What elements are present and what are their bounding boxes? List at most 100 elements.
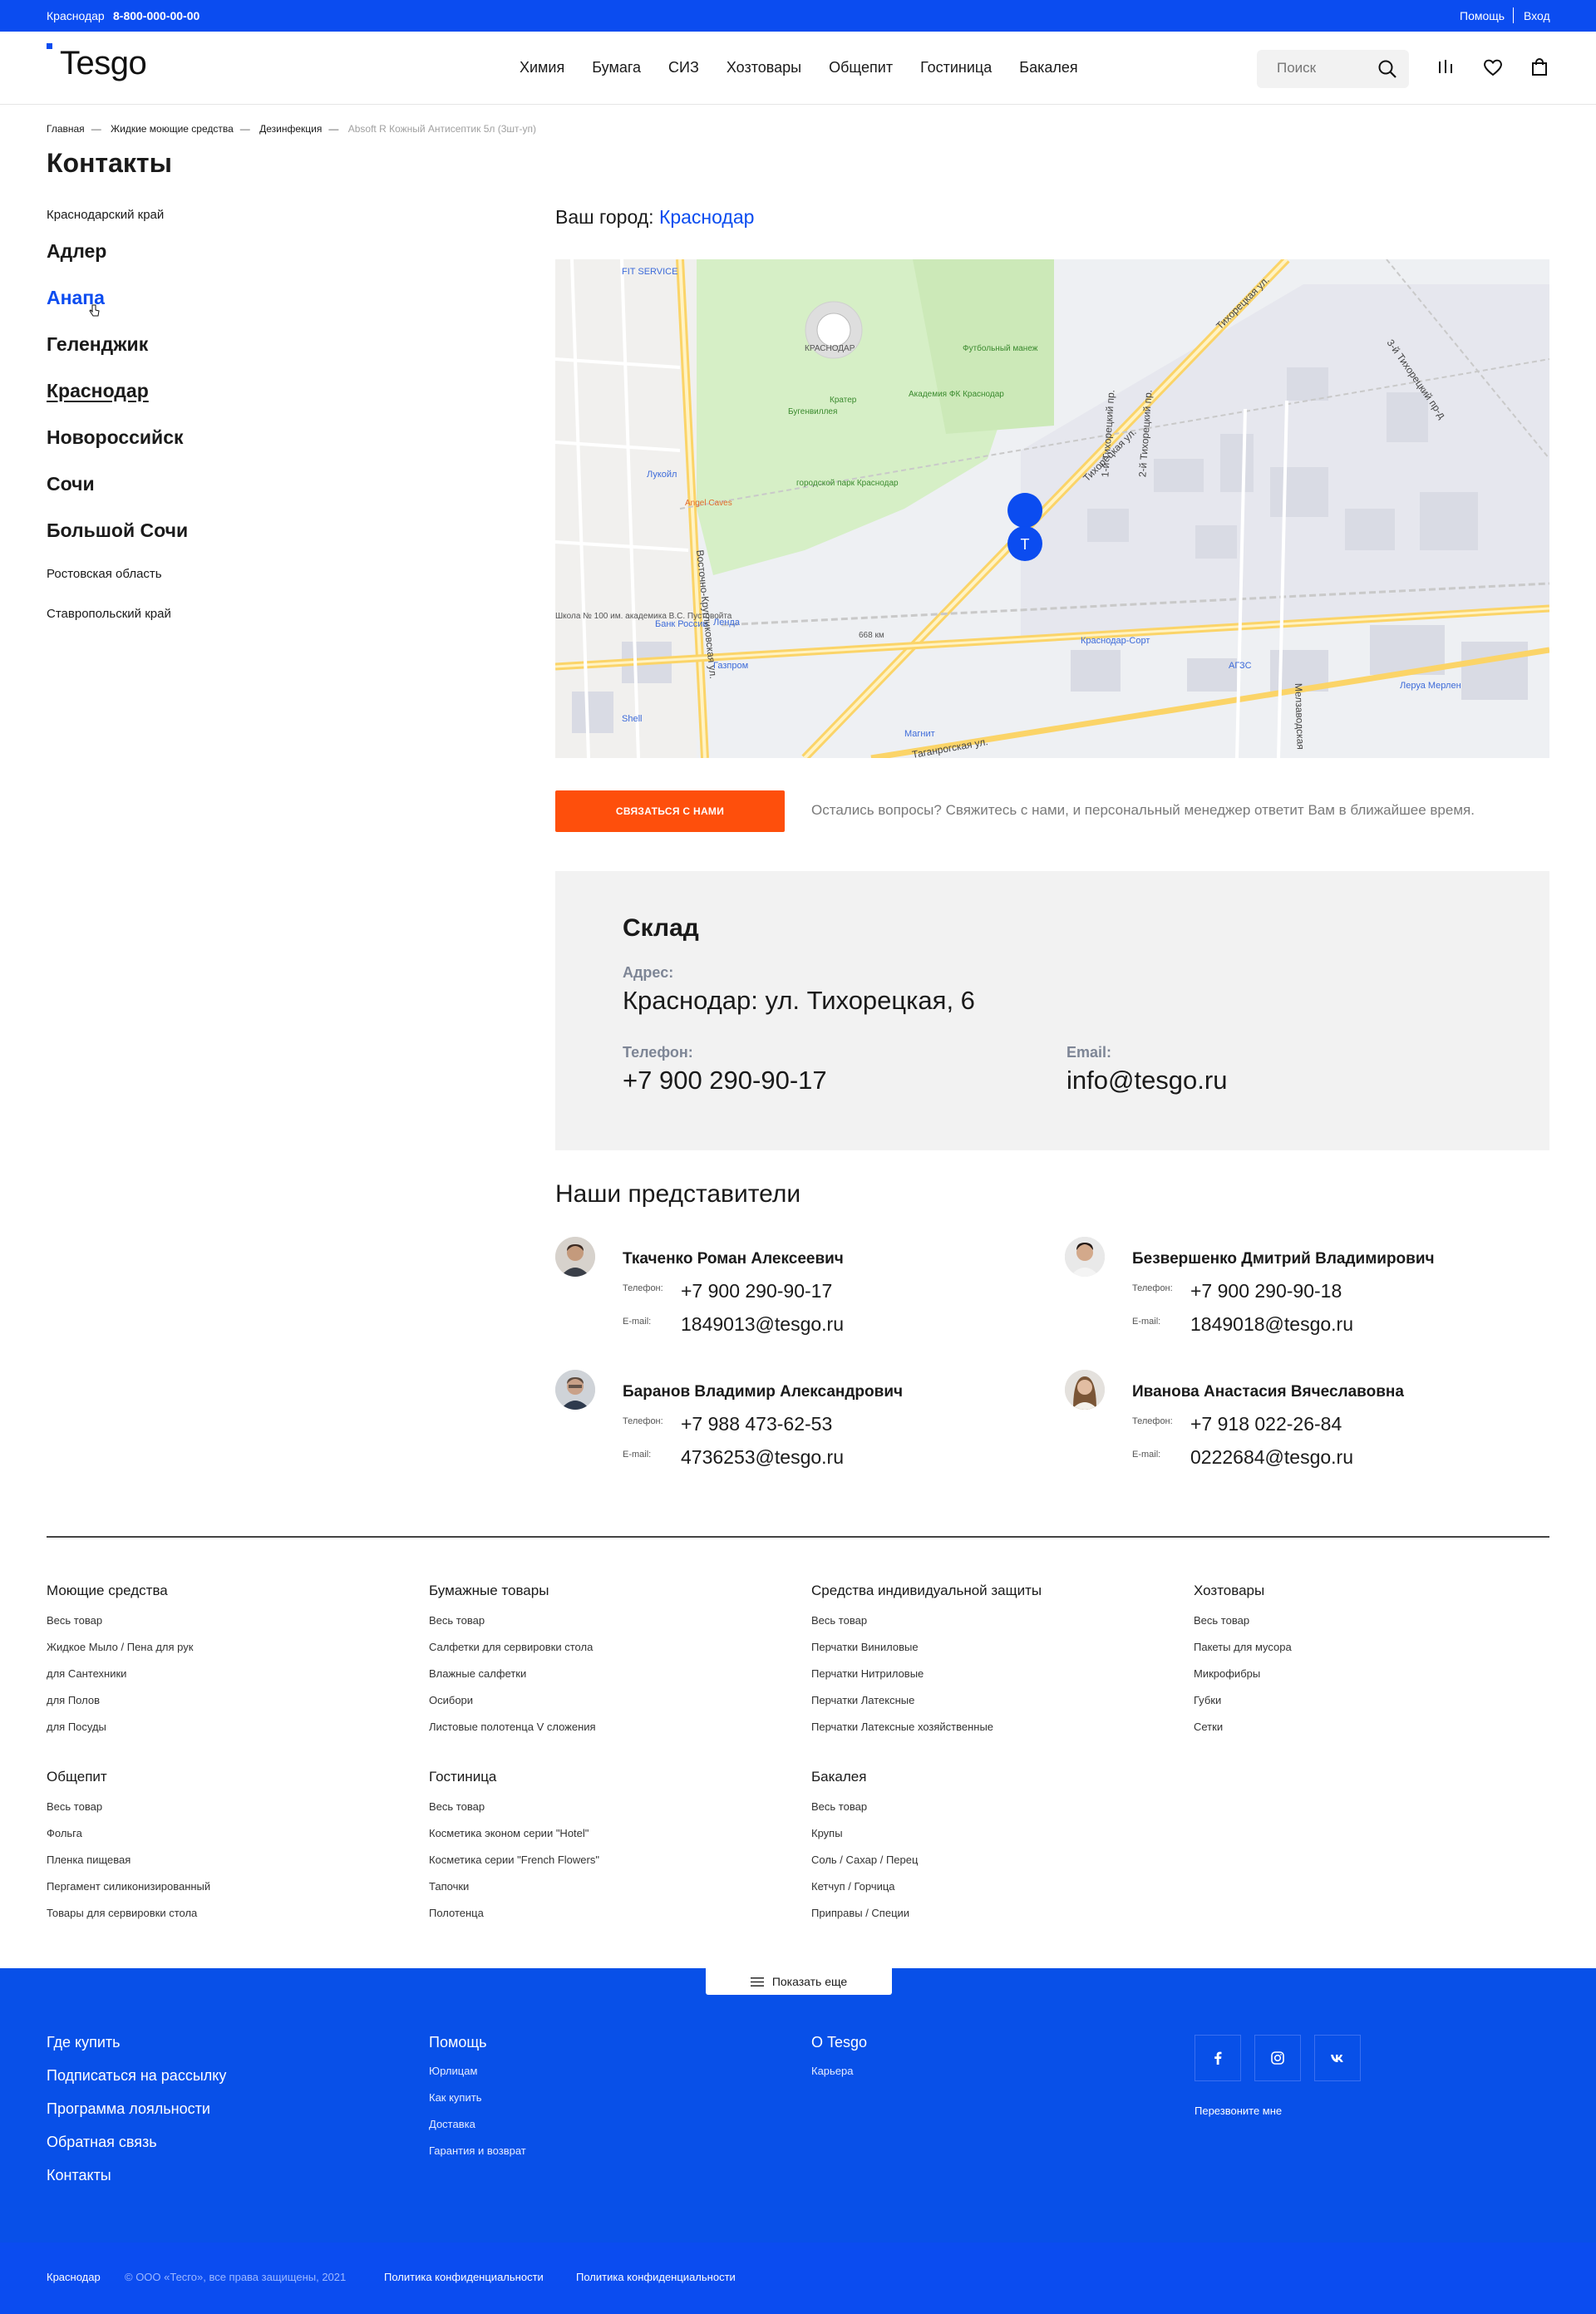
- nav-item-paper[interactable]: Бумага: [592, 59, 641, 76]
- footer-link-where-to-buy[interactable]: Где купить: [47, 2034, 121, 2051]
- rep-phone[interactable]: +7 900 290-90-17: [681, 1280, 832, 1302]
- footer-category-title[interactable]: Хозтовары: [1194, 1583, 1559, 1599]
- rep-email[interactable]: 0222684@tesgo.ru: [1190, 1446, 1353, 1469]
- nav-item-household[interactable]: Хозтовары: [727, 59, 801, 76]
- instagram-icon[interactable]: [1254, 2035, 1301, 2081]
- footer-help-title[interactable]: Помощь: [429, 2034, 487, 2051]
- footer-link-career[interactable]: Карьера: [811, 2065, 854, 2077]
- breadcrumb-item[interactable]: Жидкие моющие средства: [111, 123, 234, 135]
- nav-item-chemistry[interactable]: Химия: [520, 59, 564, 76]
- nav-item-ppe[interactable]: СИЗ: [668, 59, 699, 76]
- compare-icon[interactable]: [1437, 58, 1454, 79]
- footer-link-loyalty[interactable]: Программа лояльности: [47, 2100, 210, 2118]
- footer-category-title[interactable]: Бумажные товары: [429, 1583, 795, 1599]
- footer-link[interactable]: Полотенца: [429, 1900, 795, 1927]
- location-map[interactable]: T FIT SERVICE Краснодар-Сорт Shell Магни…: [555, 259, 1549, 758]
- rep-email[interactable]: 4736253@tesgo.ru: [681, 1446, 844, 1469]
- city-big-sochi[interactable]: Большой Сочи: [47, 519, 188, 542]
- region-stavropol[interactable]: Ставропольский край: [47, 607, 171, 621]
- rep-email[interactable]: 1849013@tesgo.ru: [681, 1313, 844, 1336]
- footer-link[interactable]: Жидкое Мыло / Пена для рук: [47, 1634, 412, 1661]
- footer-link-feedback[interactable]: Обратная связь: [47, 2134, 157, 2151]
- footer-link[interactable]: Крупы: [811, 1820, 1177, 1847]
- footer-link[interactable]: Весь товар: [429, 1794, 795, 1820]
- privacy-policy-link[interactable]: Политика конфиденциальности: [384, 2271, 544, 2283]
- city-krasnodar[interactable]: Краснодар: [47, 380, 149, 402]
- rep-email[interactable]: 1849018@tesgo.ru: [1190, 1313, 1353, 1336]
- footer-link-warranty[interactable]: Гарантия и возврат: [429, 2144, 526, 2157]
- footer-link[interactable]: Весь товар: [811, 1607, 1177, 1634]
- rep-phone[interactable]: +7 918 022-26-84: [1190, 1413, 1342, 1435]
- city-novorossiysk[interactable]: Новороссийск: [47, 426, 184, 449]
- footer-link[interactable]: Влажные салфетки: [429, 1661, 795, 1687]
- footer-link[interactable]: Осибори: [429, 1687, 795, 1714]
- rep-phone[interactable]: +7 988 473-62-53: [681, 1413, 832, 1435]
- footer-link[interactable]: Фольга: [47, 1820, 412, 1847]
- vk-icon[interactable]: [1314, 2035, 1361, 2081]
- favorites-heart-icon[interactable]: [1483, 58, 1503, 81]
- footer-link[interactable]: Перчатки Виниловые: [811, 1634, 1177, 1661]
- footer-link-subscribe[interactable]: Подписаться на рассылку: [47, 2067, 226, 2085]
- help-link[interactable]: Помощь: [1460, 9, 1505, 22]
- contact-us-button[interactable]: СВЯЗАТЬСЯ С НАМИ: [555, 790, 785, 832]
- footer-link[interactable]: Пергамент силиконизированный: [47, 1873, 412, 1900]
- breadcrumb-item[interactable]: Главная: [47, 123, 85, 135]
- footer-category-title[interactable]: Моющие средства: [47, 1583, 412, 1599]
- footer-category-title[interactable]: Средства индивидуальной защиты: [811, 1583, 1177, 1599]
- footer-link[interactable]: Тапочки: [429, 1873, 795, 1900]
- footer-link[interactable]: Губки: [1194, 1687, 1559, 1714]
- logo[interactable]: Tesgo: [60, 45, 147, 82]
- footer-link[interactable]: Листовые полотенца V сложения: [429, 1714, 795, 1740]
- footer-link[interactable]: для Полов: [47, 1687, 412, 1714]
- city-gelendzhik[interactable]: Геленджик: [47, 333, 148, 356]
- topbar-city[interactable]: Краснодар: [47, 9, 105, 22]
- cart-bag-icon[interactable]: [1531, 58, 1548, 81]
- footer-link[interactable]: Салфетки для сервировки стола: [429, 1634, 795, 1661]
- footer-link[interactable]: Сетки: [1194, 1714, 1559, 1740]
- footer-link[interactable]: Весь товар: [47, 1607, 412, 1634]
- footer-link[interactable]: Пакеты для мусора: [1194, 1634, 1559, 1661]
- footer-link[interactable]: Перчатки Нитриловые: [811, 1661, 1177, 1687]
- facebook-icon[interactable]: [1195, 2035, 1241, 2081]
- footer-link[interactable]: Соль / Сахар / Перец: [811, 1847, 1177, 1873]
- footer-link[interactable]: Весь товар: [429, 1607, 795, 1634]
- footer-link[interactable]: Весь товар: [811, 1794, 1177, 1820]
- phone-value[interactable]: +7 900 290-90-17: [623, 1066, 827, 1095]
- region-krasnodar-krai[interactable]: Краснодарский край: [47, 208, 164, 222]
- bottom-city[interactable]: Краснодар: [47, 2271, 101, 2283]
- footer-link[interactable]: для Сантехники: [47, 1661, 412, 1687]
- footer-category-title[interactable]: Бакалея: [811, 1769, 1177, 1785]
- footer-link[interactable]: Косметика серии "French Flowers": [429, 1847, 795, 1873]
- footer-link[interactable]: Перчатки Латексные хозяйственные: [811, 1714, 1177, 1740]
- callback-link[interactable]: Перезвоните мне: [1195, 2105, 1282, 2117]
- search-icon[interactable]: [1377, 59, 1397, 83]
- search-input[interactable]: [1277, 60, 1368, 76]
- footer-link[interactable]: Товары для сервировки стола: [47, 1900, 412, 1927]
- footer-link-legal[interactable]: Юрлицам: [429, 2065, 477, 2077]
- login-link[interactable]: Вход: [1524, 9, 1550, 22]
- region-rostov[interactable]: Ростовская область: [47, 567, 162, 581]
- city-select-value[interactable]: Краснодар: [659, 206, 754, 228]
- breadcrumb-item[interactable]: Дезинфекция: [259, 123, 322, 135]
- footer-link[interactable]: Микрофибры: [1194, 1661, 1559, 1687]
- topbar-phone[interactable]: 8-800-000-00-00: [113, 9, 200, 22]
- footer-link[interactable]: Приправы / Специи: [811, 1900, 1177, 1927]
- footer-link[interactable]: Весь товар: [1194, 1607, 1559, 1634]
- footer-category-title[interactable]: Общепит: [47, 1769, 412, 1785]
- nav-item-hotel[interactable]: Гостиница: [920, 59, 992, 76]
- footer-link[interactable]: Пленка пищевая: [47, 1847, 412, 1873]
- footer-link[interactable]: Весь товар: [47, 1794, 412, 1820]
- footer-category-title[interactable]: Гостиница: [429, 1769, 795, 1785]
- city-sochi[interactable]: Сочи: [47, 473, 95, 495]
- footer-link[interactable]: для Посуды: [47, 1714, 412, 1740]
- footer-link[interactable]: Кетчуп / Горчица: [811, 1873, 1177, 1900]
- nav-item-grocery[interactable]: Бакалея: [1019, 59, 1077, 76]
- footer-about-title[interactable]: О Tesgo: [811, 2034, 867, 2051]
- rep-phone[interactable]: +7 900 290-90-18: [1190, 1280, 1342, 1302]
- footer-link[interactable]: Перчатки Латексные: [811, 1687, 1177, 1714]
- footer-link-how-to-buy[interactable]: Как купить: [429, 2091, 481, 2104]
- footer-link[interactable]: Косметика эконом серии "Hotel": [429, 1820, 795, 1847]
- privacy-policy-link-2[interactable]: Политика конфиденциальности: [576, 2271, 736, 2283]
- nav-item-catering[interactable]: Общепит: [829, 59, 893, 76]
- footer-link-contacts[interactable]: Контакты: [47, 2167, 111, 2184]
